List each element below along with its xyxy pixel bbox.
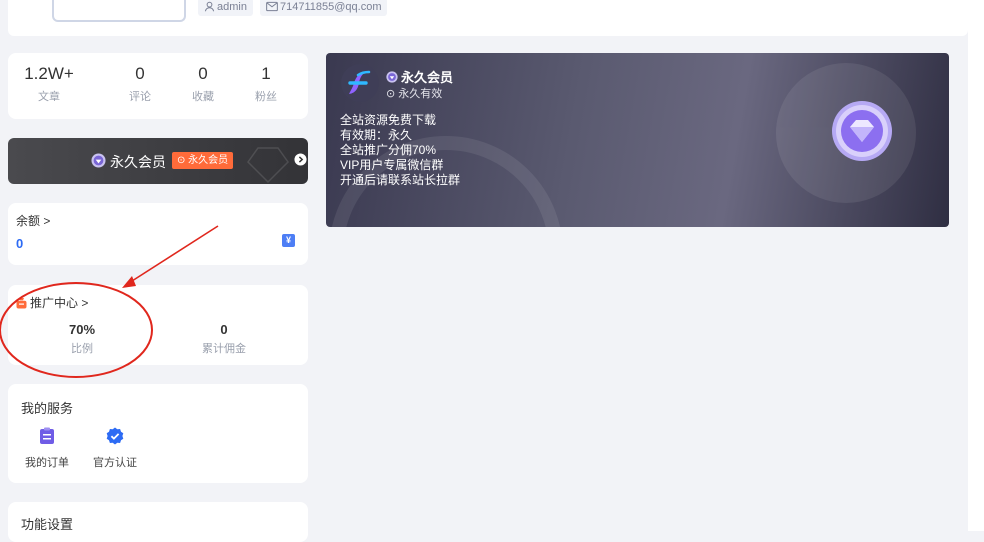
- stat-value: 0: [198, 64, 208, 83]
- stat-favorites[interactable]: 0 收藏: [173, 64, 233, 104]
- balance-card: [8, 203, 308, 265]
- vip-title-text: 永久会员: [401, 70, 454, 85]
- stat-label: 评论: [129, 91, 151, 103]
- promo-commission: 0 累计佣金: [184, 322, 264, 356]
- diamond-icon: [386, 71, 398, 83]
- stat-value: 1: [261, 64, 271, 83]
- promo-ratio: 70% 比例: [42, 322, 122, 356]
- email-tag: 714711855@qq.com: [260, 0, 388, 16]
- stat-value: 0: [135, 64, 145, 83]
- stat-label: 文章: [38, 91, 60, 103]
- verified-icon: [106, 427, 124, 445]
- diamond-icon: [91, 153, 106, 168]
- username-tag: admin: [198, 0, 253, 16]
- member-title: 永久会员: [110, 154, 166, 170]
- username: admin: [217, 1, 247, 13]
- avatar[interactable]: [52, 0, 186, 22]
- commission-value: 0: [220, 322, 228, 337]
- vip-validity: ⊙ 永久有效: [386, 88, 443, 100]
- right-edge: [968, 0, 984, 531]
- stat-value: 1.2W+: [24, 64, 74, 83]
- vip-perk: 有效期：永久: [340, 128, 413, 142]
- settings-title: 功能设置: [21, 517, 74, 532]
- service-verification[interactable]: 官方认证: [85, 427, 145, 470]
- stat-comments[interactable]: 0 评论: [110, 64, 170, 104]
- stat-label: 粉丝: [255, 91, 277, 103]
- vip-perks: 全站资源免费下载 有效期：永久 全站推广分佣70% VIP用户专属微信群 开通后…: [340, 113, 460, 188]
- chevron-right-icon[interactable]: [294, 153, 307, 166]
- service-label: 我的订单: [25, 457, 69, 469]
- order-icon: [40, 427, 54, 444]
- balance-link[interactable]: 余额 >: [16, 212, 50, 229]
- service-my-orders[interactable]: 我的订单: [17, 427, 77, 470]
- services-title: 我的服务: [21, 401, 74, 416]
- profile-header: admin 714711855@qq.com: [8, 0, 968, 36]
- mail-icon: [266, 1, 278, 12]
- money-bag-icon: [16, 298, 27, 309]
- stat-articles[interactable]: 1.2W+ 文章: [19, 64, 79, 104]
- yen-icon[interactable]: ¥: [282, 234, 295, 247]
- site-logo-icon: [341, 64, 379, 102]
- stat-label: 收藏: [192, 91, 214, 103]
- member-badge: ⊙ 永久会员: [172, 152, 234, 169]
- vip-diamond-icon: [832, 101, 892, 161]
- vip-perk: 全站资源免费下载: [340, 113, 437, 127]
- email: 714711855@qq.com: [280, 1, 382, 13]
- user-icon: [204, 1, 215, 12]
- vip-card: 永久会员 ⊙ 永久有效 全站资源免费下载 有效期：永久 全站推广分佣70% VI…: [326, 53, 949, 227]
- promotion-title: 推广中心 >: [30, 296, 89, 310]
- member-banner[interactable]: 永久会员 ⊙ 永久会员: [8, 138, 308, 184]
- ratio-value: 70%: [68, 322, 96, 337]
- ratio-label: 比例: [71, 343, 93, 355]
- service-label: 官方认证: [93, 457, 137, 469]
- promotion-center-link[interactable]: 推广中心 >: [16, 294, 88, 311]
- vip-perk: 开通后请联系站长拉群: [340, 173, 461, 187]
- balance-value: 0: [16, 236, 24, 251]
- commission-label: 累计佣金: [202, 343, 246, 355]
- vip-perk: VIP用户专属微信群: [340, 158, 444, 172]
- vip-perk: 全站推广分佣70%: [340, 143, 437, 157]
- vip-title: 永久会员: [386, 67, 453, 86]
- stat-followers[interactable]: 1 粉丝: [236, 64, 296, 104]
